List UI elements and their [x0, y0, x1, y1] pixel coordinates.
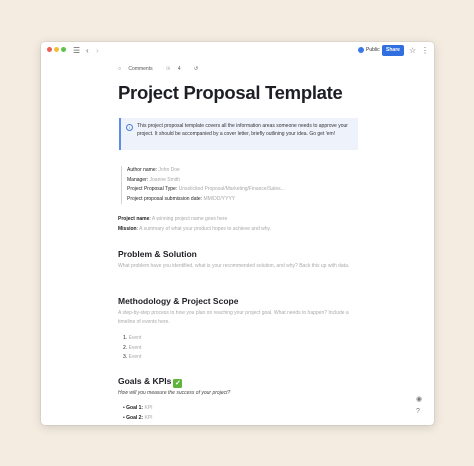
list-item[interactable]: 3. Event [123, 353, 141, 363]
checkmark-icon: ✓ [173, 379, 183, 388]
maximize-window-button[interactable] [61, 47, 66, 52]
history-icon[interactable]: ↺ [194, 66, 198, 72]
sidebar-toggle-icon[interactable]: ☰ [73, 44, 80, 58]
author-details: Author name: John Doe Manager: Joanne Sm… [121, 166, 285, 204]
star-icon[interactable]: ☆ [409, 44, 416, 58]
forward-arrow-icon[interactable]: › [96, 44, 99, 58]
globe-icon [358, 46, 364, 53]
goals-heading: Goals & KPIs ✓ [118, 376, 183, 388]
events-list: 1. Event 2. Event 3. Event [123, 334, 141, 363]
eye-icon: ☉ [166, 66, 171, 72]
list-item[interactable]: • Goal 1: KPI [123, 404, 153, 414]
doc-meta-row: ○ Comments ☉ 4 ↺ [118, 66, 204, 72]
share-button[interactable]: Share [382, 45, 404, 56]
comment-icon: ○ [118, 66, 122, 72]
goals-list: • Goal 1: KPI • Goal 2: KPI [123, 404, 153, 423]
help-icon[interactable]: ? [416, 408, 420, 415]
title-bar: ☰ ‹ › Public Share ☆ ⋮ [41, 42, 434, 60]
list-item[interactable]: 1. Event [123, 334, 141, 344]
submission-date-field: Project proposal submission date: MM/DD/… [127, 195, 236, 202]
goals-intro: How will you measure the success of your… [118, 390, 231, 396]
palette-icon[interactable]: ◉ [416, 395, 422, 403]
close-window-button[interactable] [47, 47, 52, 52]
document-window: ☰ ‹ › Public Share ☆ ⋮ ○ Comments ☉ 4 ↺ … [41, 42, 434, 425]
comments-link[interactable]: ○ Comments [118, 66, 159, 72]
proposal-type-field: Project Proposal Type: Unsolicited Propo… [127, 186, 285, 192]
back-arrow-icon[interactable]: ‹ [86, 44, 89, 58]
project-summary: Project name: A winning project name goe… [118, 215, 271, 234]
list-item[interactable]: 2. Event [123, 344, 141, 354]
problem-heading: Problem & Solution [118, 249, 197, 259]
methodology-text[interactable]: A step-by-step process to how you plan o… [118, 309, 358, 326]
more-menu-icon[interactable]: ⋮ [421, 44, 429, 58]
mission-line: Mission: A summary of what your product … [118, 225, 272, 232]
project-name-line: Project name: A winning project name goe… [118, 216, 228, 222]
problem-text[interactable]: What problem have you identified, what i… [118, 262, 358, 271]
info-icon: i [126, 124, 133, 131]
list-item[interactable]: • Goal 2: KPI [123, 414, 153, 424]
public-badge[interactable]: Public [354, 45, 384, 56]
views-counter: ☉ 4 [166, 66, 181, 72]
author-field: Author name: John Doe [127, 167, 180, 173]
minimize-window-button[interactable] [54, 47, 59, 52]
page-title: Project Proposal Template [118, 82, 343, 103]
info-callout: i This project proposal template covers … [119, 118, 358, 150]
methodology-heading: Methodology & Project Scope [118, 296, 239, 306]
manager-field: Manager: Joanne Smith [127, 176, 181, 183]
